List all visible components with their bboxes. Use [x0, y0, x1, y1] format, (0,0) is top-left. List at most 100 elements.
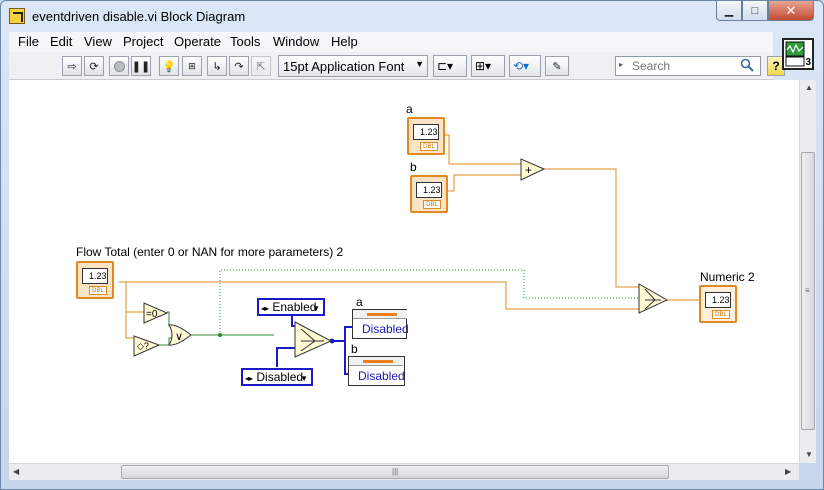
step-over-button[interactable]: ↷: [229, 56, 249, 76]
block-diagram-canvas[interactable]: + =0 ◇? ∨ a b Flow Total (enter 0 or NAN…: [9, 80, 799, 463]
property-node-b[interactable]: Disabled: [348, 356, 405, 386]
equal-zero-symbol: =0: [146, 309, 158, 320]
property-node-b-value: Disabled: [358, 369, 405, 383]
run-continuously-button[interactable]: ⟳: [84, 56, 104, 76]
title-bar[interactable]: eventdriven disable.vi Block Diagram ▁ □…: [1, 1, 823, 31]
terminal-type: DBL: [420, 142, 438, 151]
label-prop-a: a: [356, 295, 363, 309]
menu-tools[interactable]: Tools: [230, 34, 260, 49]
scroll-up-icon[interactable]: ▲: [805, 83, 813, 92]
distribute-objects-button[interactable]: ⊞▾: [471, 55, 505, 77]
property-node-a[interactable]: Disabled: [352, 309, 409, 339]
run-arrow-icon: ⇨: [67, 60, 77, 73]
highlight-execution-button[interactable]: 💡: [159, 56, 179, 76]
enabled-ring-constant[interactable]: ◂▸ Enabled ▼: [257, 298, 325, 316]
chevron-down-icon: ▼: [312, 304, 320, 313]
menu-window[interactable]: Window: [273, 34, 319, 49]
wire-zero-to-or: [167, 311, 177, 327]
menu-help[interactable]: Help: [331, 34, 358, 49]
clean-up-diagram-button[interactable]: ✎: [545, 56, 569, 76]
or-symbol: ∨: [175, 331, 183, 343]
step-out-button[interactable]: ⇱: [251, 56, 271, 76]
numeric-2-indicator-terminal[interactable]: 1.23 DBL: [699, 285, 737, 323]
step-into-button[interactable]: ↳: [207, 56, 227, 76]
wire-add-to-select: [544, 168, 639, 288]
terminal-type: DBL: [712, 310, 730, 319]
or-node[interactable]: ∨: [168, 324, 192, 346]
vertical-scrollbar[interactable]: ▲ ≡ ▼: [799, 80, 816, 463]
close-icon: ✕: [785, 2, 797, 18]
reorder-button[interactable]: ⟲▾: [509, 55, 541, 77]
property-node-a-value: Disabled: [362, 322, 409, 336]
font-selector[interactable]: 15pt Application Font ▼: [278, 55, 428, 77]
label-control-a: a: [406, 102, 413, 116]
chevron-down-icon: ▼: [415, 59, 424, 69]
connector-number: 3: [805, 57, 811, 68]
disabled-ring-constant[interactable]: ◂▸ Disabled ▼: [241, 368, 313, 386]
stop-icon: [113, 60, 125, 72]
menu-project[interactable]: Project: [123, 34, 163, 49]
retain-wire-values-button[interactable]: ⊞: [182, 56, 202, 76]
terminal-value: 1.23: [82, 268, 108, 284]
add-node[interactable]: +: [520, 158, 546, 181]
menu-operate[interactable]: Operate: [174, 34, 221, 49]
probe-icon: ⊞: [188, 60, 196, 71]
menu-edit[interactable]: Edit: [50, 34, 72, 49]
run-continuously-icon: ⟳: [89, 60, 99, 73]
scroll-right-icon[interactable]: ▶: [785, 467, 791, 476]
reorder-icon: ⟲▾: [513, 59, 530, 73]
minimize-button[interactable]: ▁: [716, 1, 742, 21]
label-control-b: b: [410, 160, 417, 174]
maximize-button[interactable]: □: [742, 1, 768, 21]
wire-a-to-add: [445, 134, 521, 165]
label-numeric-2: Numeric 2: [700, 270, 755, 284]
search-options-icon[interactable]: ▸: [619, 60, 623, 69]
search-box[interactable]: ▸: [615, 56, 761, 76]
flow-total-terminal[interactable]: 1.23 DBL: [76, 261, 114, 299]
distribute-objects-icon: ⊞▾: [475, 59, 492, 73]
wire-to-not-a-number: [125, 312, 134, 339]
terminal-value: 1.23: [416, 182, 442, 198]
minimize-icon: ▁: [724, 5, 734, 17]
horizontal-scrollbar[interactable]: ◀ ||| ▶: [9, 463, 799, 480]
pause-icon: ❚❚: [131, 60, 151, 73]
control-a-terminal[interactable]: 1.23 DBL: [407, 117, 445, 155]
chevron-down-icon: ▼: [300, 374, 308, 383]
step-over-icon: ↷: [234, 60, 244, 73]
labview-app-icon: [9, 8, 25, 24]
scroll-down-icon[interactable]: ▼: [805, 450, 813, 459]
menu-file[interactable]: File: [18, 34, 39, 49]
align-objects-button[interactable]: ⊏▾: [433, 55, 467, 77]
select-node-numeric[interactable]: [638, 283, 669, 314]
wire-disabled-to-select: [276, 347, 295, 367]
vi-connector-icon[interactable]: 3: [782, 38, 814, 70]
scroll-grip-icon: |||: [392, 467, 399, 476]
ring-increment-icon: ◂▸: [245, 374, 254, 383]
control-b-terminal[interactable]: 1.23 DBL: [410, 175, 448, 213]
search-input[interactable]: [630, 58, 736, 74]
label-flow-total: Flow Total (enter 0 or NAN for more para…: [76, 245, 344, 259]
step-out-icon: ⇱: [256, 60, 266, 73]
font-selector-label: 15pt Application Font: [283, 58, 405, 74]
pause-button[interactable]: ❚❚: [131, 56, 151, 76]
lightbulb-icon: 💡: [162, 60, 176, 73]
align-objects-icon: ⊏▾: [437, 59, 454, 73]
menu-bar: File Edit View Project Operate Tools Win…: [9, 32, 773, 52]
clean-up-icon: ✎: [552, 60, 562, 73]
select-node-enum[interactable]: [294, 321, 333, 358]
close-button[interactable]: ✕: [768, 1, 814, 21]
step-into-icon: ↳: [212, 60, 222, 73]
disabled-ring-value: Disabled: [256, 370, 304, 384]
scroll-left-icon[interactable]: ◀: [13, 467, 19, 476]
menu-view[interactable]: View: [84, 34, 112, 49]
equal-zero-node[interactable]: =0: [143, 302, 169, 324]
add-symbol: +: [525, 163, 532, 177]
abort-button[interactable]: [109, 56, 129, 76]
search-icon[interactable]: [740, 58, 754, 72]
enabled-ring-value: Enabled: [272, 300, 317, 314]
wires-layer: + =0 ◇? ∨: [119, 134, 699, 375]
run-button[interactable]: ⇨: [62, 56, 82, 76]
not-a-number-icon: ◇?: [137, 341, 149, 351]
wire-select-to-prop-a: [331, 326, 354, 342]
not-a-number-node[interactable]: ◇?: [133, 335, 161, 357]
